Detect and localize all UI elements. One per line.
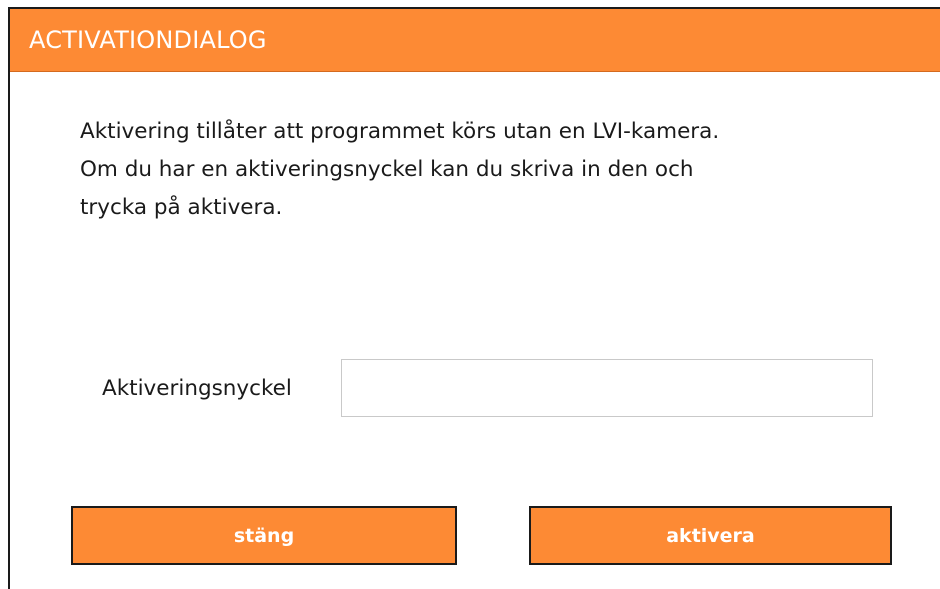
- message-line: Om du har en aktiveringsnyckel kan du sk…: [80, 157, 694, 182]
- activation-key-input[interactable]: [341, 359, 873, 417]
- activation-message: Aktivering tillåter att programmet körs …: [80, 113, 900, 227]
- activate-button[interactable]: aktivera: [529, 506, 892, 565]
- dialog-title-bar: ACTIVATIONDIALOG: [10, 9, 940, 72]
- dialog-title: ACTIVATIONDIALOG: [29, 26, 267, 54]
- close-button[interactable]: stäng: [71, 506, 457, 565]
- message-line: trycka på aktivera.: [80, 195, 283, 220]
- activation-key-label: Aktiveringsnyckel: [102, 376, 292, 401]
- message-line: Aktivering tillåter att programmet körs …: [80, 119, 720, 144]
- activation-dialog: ACTIVATIONDIALOG Aktivering tillåter att…: [8, 7, 940, 589]
